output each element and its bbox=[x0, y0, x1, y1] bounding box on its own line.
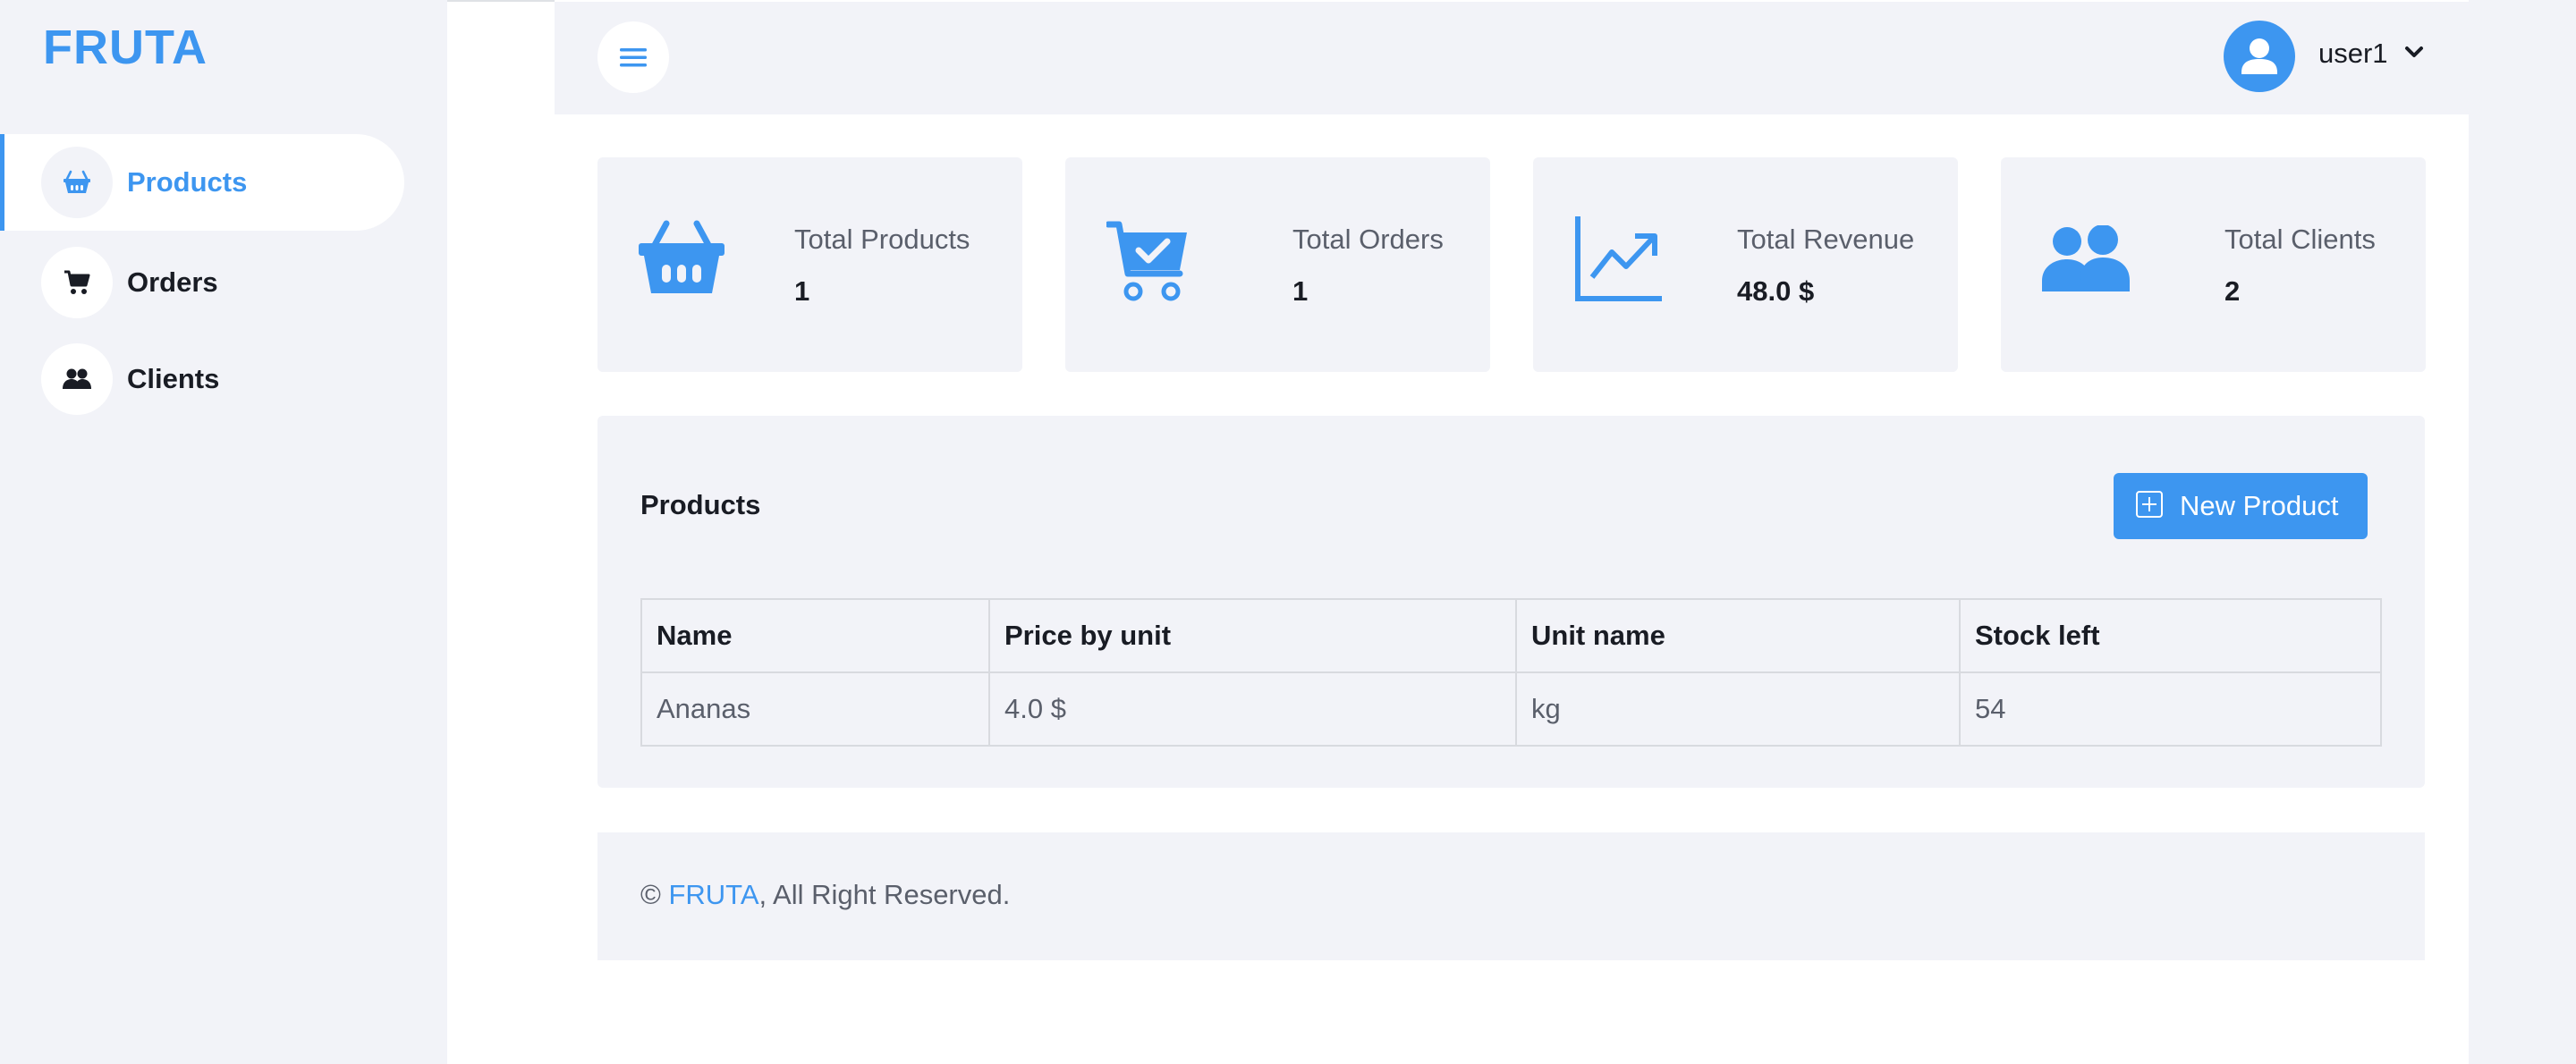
column-header: Name bbox=[640, 598, 990, 673]
stat-title: Total Clients bbox=[2224, 224, 2376, 255]
sidebar-item-clients[interactable]: Clients bbox=[0, 331, 404, 427]
page-footer: © FRUTA, All Right Reserved. bbox=[597, 832, 2425, 960]
panel-title: Products bbox=[640, 489, 761, 520]
table-cell: kg bbox=[1515, 671, 1961, 747]
table-row[interactable]: Ananas 4.0 $ kg 54 bbox=[640, 671, 2382, 747]
sidebar: FRUTA Products Orders Clients bbox=[0, 0, 447, 1064]
right-gutter bbox=[2469, 0, 2576, 1064]
users-icon bbox=[41, 343, 113, 415]
chevron-down-icon[interactable] bbox=[2404, 45, 2424, 63]
table-cell: 4.0 $ bbox=[988, 671, 1517, 747]
sidebar-item-orders[interactable]: Orders bbox=[0, 234, 404, 331]
sidebar-item-label: Products bbox=[127, 166, 248, 198]
user-name[interactable]: user1 bbox=[2318, 38, 2388, 70]
chart-line-icon bbox=[1574, 215, 1664, 308]
basket-icon bbox=[637, 218, 726, 303]
stat-value: 1 bbox=[794, 275, 810, 307]
stat-card-revenue: Total Revenue 48.0 $ bbox=[1533, 157, 1958, 372]
new-product-button[interactable]: New Product bbox=[2114, 473, 2368, 539]
app-logo[interactable]: FRUTA bbox=[43, 20, 208, 75]
footer-text: © FRUTA, All Right Reserved. bbox=[640, 879, 1010, 911]
table-header-row: Name Price by unit Unit name Stock left bbox=[640, 598, 2382, 673]
stat-title: Total Revenue bbox=[1737, 224, 1915, 255]
table-cell: Ananas bbox=[640, 671, 990, 747]
basket-icon bbox=[41, 147, 113, 218]
user-avatar[interactable] bbox=[2224, 21, 2295, 92]
sidebar-item-label: Clients bbox=[127, 363, 220, 394]
column-header: Price by unit bbox=[988, 598, 1517, 673]
stat-value: 48.0 $ bbox=[1737, 275, 1815, 307]
stat-title: Total Orders bbox=[1292, 224, 1444, 255]
users-icon bbox=[2042, 224, 2131, 296]
stat-value: 2 bbox=[2224, 275, 2241, 307]
products-table: Name Price by unit Unit name Stock left … bbox=[640, 598, 2382, 747]
cart-check-icon bbox=[1105, 220, 1192, 308]
products-panel: Products New Product Name Price by unit … bbox=[597, 416, 2425, 788]
sidebar-item-label: Orders bbox=[127, 266, 218, 298]
stat-title: Total Products bbox=[794, 224, 970, 255]
column-header: Unit name bbox=[1515, 598, 1961, 673]
table-cell: 54 bbox=[1959, 671, 2382, 747]
new-product-label: New Product bbox=[2180, 490, 2339, 521]
plus-square-icon bbox=[2136, 491, 2163, 518]
stat-card-orders: Total Orders 1 bbox=[1065, 157, 1490, 372]
sidebar-item-products[interactable]: Products bbox=[0, 134, 404, 231]
top-header bbox=[555, 2, 2469, 114]
copyright-symbol: © bbox=[640, 879, 661, 910]
user-avatar-icon bbox=[2241, 38, 2277, 74]
column-header: Stock left bbox=[1959, 598, 2382, 673]
hamburger-menu-icon bbox=[620, 48, 647, 67]
stat-card-clients: Total Clients 2 bbox=[2001, 157, 2426, 372]
cart-icon bbox=[41, 247, 113, 318]
footer-brand-link[interactable]: FRUTA bbox=[668, 879, 758, 910]
stat-card-products: Total Products 1 bbox=[597, 157, 1022, 372]
stat-value: 1 bbox=[1292, 275, 1309, 307]
footer-rights: , All Right Reserved. bbox=[758, 879, 1011, 910]
menu-toggle-button[interactable] bbox=[597, 21, 669, 93]
